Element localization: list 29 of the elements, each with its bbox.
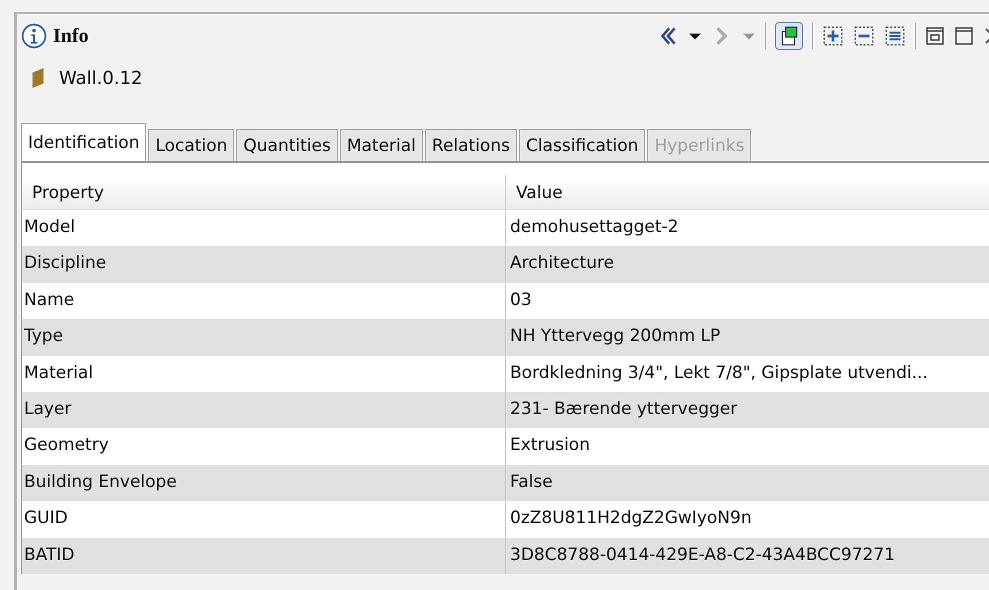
table-cell-text: NH Yttervegg 200mm LP: [509, 325, 722, 348]
wall-icon: [31, 67, 45, 89]
collapse-icon[interactable]: [853, 25, 875, 47]
table-cell: BATID: [22, 538, 506, 574]
tab[interactable]: Location: [148, 129, 234, 161]
table-cell-text: 3D8C8788-0414-429E-A8-C2-43A4BCC97271: [509, 544, 896, 567]
table-cell-text: False: [509, 470, 554, 494]
table-cell-text: Bordkledning 3/4", Lekt 7/8", Gipsplate utvendi...: [509, 362, 929, 385]
column-header[interactable]: Property: [22, 175, 506, 209]
maximize-icon[interactable]: [954, 26, 974, 46]
info-icon: [21, 23, 47, 49]
panel-title: Info: [53, 24, 89, 48]
tab[interactable]: Classification: [518, 129, 646, 161]
tab[interactable]: Quantities: [236, 129, 338, 161]
object-name: Wall.0.12: [59, 68, 142, 88]
table-cell-text: 0zZ8U811H2dgZ2GwIyoN9n: [509, 507, 753, 530]
minimize-icon[interactable]: [925, 26, 945, 46]
table-cell-text: Architecture: [509, 252, 616, 276]
link-toggle-button[interactable]: [775, 22, 803, 50]
tab[interactable]: Identification: [21, 123, 146, 161]
expand-icon[interactable]: [822, 25, 844, 47]
table-cell-text: 03: [509, 288, 533, 312]
column-header[interactable]: Value: [506, 175, 989, 209]
list-icon[interactable]: [884, 25, 906, 47]
table-cell-text: 231- Bærende yttervegger: [509, 398, 738, 421]
table-cell-text: demohusettagget-2: [509, 216, 680, 239]
tab[interactable]: Material: [340, 129, 423, 161]
table-cell-text: Extrusion: [509, 434, 591, 458]
tab[interactable]: Relations: [424, 129, 517, 161]
